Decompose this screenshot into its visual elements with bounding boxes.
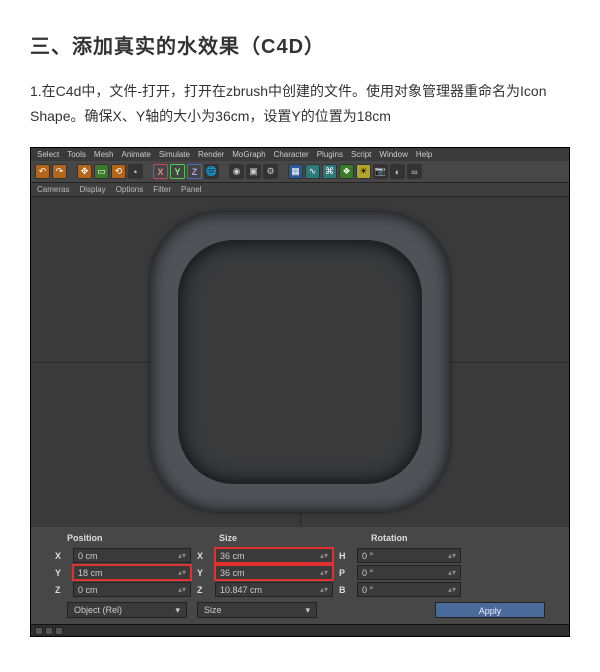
step-paragraph: 1.在C4d中，文件-打开，打开在zbrush中创建的文件。使用对象管理器重命名… bbox=[30, 79, 570, 129]
label-x: X bbox=[55, 551, 67, 561]
pos-x-field[interactable]: 0 cm▴▾ bbox=[73, 548, 191, 563]
environment-icon[interactable]: ☀ bbox=[356, 164, 371, 179]
label-size-x: X bbox=[197, 551, 209, 561]
rot-b-field[interactable]: 0 °▴▾ bbox=[357, 582, 461, 597]
menu-plugins[interactable]: Plugins bbox=[317, 150, 343, 159]
subbar-cameras[interactable]: Cameras bbox=[37, 185, 69, 194]
coordinates-panel: Position Size Rotation X 0 cm▴▾ X 36 cm▴… bbox=[31, 527, 569, 624]
menu-animate[interactable]: Animate bbox=[121, 150, 150, 159]
spinner-icon[interactable]: ▴▾ bbox=[178, 570, 186, 576]
timeline[interactable] bbox=[31, 624, 569, 636]
axis-x-toggle[interactable]: X bbox=[153, 164, 168, 179]
tag-icon[interactable]: ∞ bbox=[407, 164, 422, 179]
chevron-down-icon: ▾ bbox=[175, 605, 180, 616]
section-heading: 三、添加真实的水效果（C4D） bbox=[30, 30, 570, 59]
size-y-field[interactable]: 36 cm▴▾ bbox=[215, 565, 333, 580]
mode-dropdown[interactable]: Object (Rel)▾ bbox=[67, 602, 187, 618]
timeline-play-icon[interactable] bbox=[55, 627, 63, 635]
menu-mesh[interactable]: Mesh bbox=[94, 150, 114, 159]
light-icon[interactable]: ◐ bbox=[390, 164, 405, 179]
label-y: Y bbox=[55, 568, 67, 578]
c4d-screenshot: Select Tools Mesh Animate Simulate Rende… bbox=[30, 147, 570, 637]
primitive-icon[interactable]: ▦ bbox=[288, 164, 303, 179]
undo-button[interactable]: ↶ bbox=[35, 164, 50, 179]
label-rot-p: P bbox=[339, 568, 351, 578]
rot-h-field[interactable]: 0 °▴▾ bbox=[357, 548, 461, 563]
menu-render[interactable]: Render bbox=[198, 150, 224, 159]
icon-shape-object[interactable] bbox=[150, 212, 450, 512]
menu-select[interactable]: Select bbox=[37, 150, 59, 159]
timeline-prev-icon[interactable] bbox=[45, 627, 53, 635]
axis-z-toggle[interactable]: Z bbox=[187, 164, 202, 179]
subbar-filter[interactable]: Filter bbox=[153, 185, 171, 194]
pos-y-field[interactable]: 18 cm▴▾ bbox=[73, 565, 191, 580]
spinner-icon[interactable]: ▴▾ bbox=[448, 587, 456, 593]
rot-p-field[interactable]: 0 °▴▾ bbox=[357, 565, 461, 580]
view-subbar: Cameras Display Options Filter Panel bbox=[31, 183, 569, 197]
menu-window[interactable]: Window bbox=[379, 150, 407, 159]
label-rot-h: H bbox=[339, 551, 351, 561]
axis-y-toggle[interactable]: Y bbox=[170, 164, 185, 179]
menubar: Select Tools Mesh Animate Simulate Rende… bbox=[31, 148, 569, 161]
recent-tool-icon[interactable]: • bbox=[128, 164, 143, 179]
rotate-tool-icon[interactable]: ⟲ bbox=[111, 164, 126, 179]
label-z: Z bbox=[55, 585, 67, 595]
label-rot-b: B bbox=[339, 585, 351, 595]
spinner-icon[interactable]: ▴▾ bbox=[448, 553, 456, 559]
size-z-field[interactable]: 10.847 cm▴▾ bbox=[215, 582, 333, 597]
render-view-icon[interactable]: ◉ bbox=[229, 164, 244, 179]
menu-help[interactable]: Help bbox=[416, 150, 432, 159]
label-size-y: Y bbox=[197, 568, 209, 578]
menu-tools[interactable]: Tools bbox=[67, 150, 86, 159]
generator-icon[interactable]: ⌘ bbox=[322, 164, 337, 179]
menu-script[interactable]: Script bbox=[351, 150, 371, 159]
deformer-icon[interactable]: ❖ bbox=[339, 164, 354, 179]
size-x-field[interactable]: 36 cm▴▾ bbox=[215, 548, 333, 563]
viewport[interactable] bbox=[31, 197, 569, 527]
label-size-z: Z bbox=[197, 585, 209, 595]
size-mode-dropdown[interactable]: Size▾ bbox=[197, 602, 317, 618]
subbar-options[interactable]: Options bbox=[116, 185, 144, 194]
col-rotation: Rotation bbox=[371, 533, 501, 543]
menu-simulate[interactable]: Simulate bbox=[159, 150, 190, 159]
move-tool-icon[interactable]: ✥ bbox=[77, 164, 92, 179]
spinner-icon[interactable]: ▴▾ bbox=[320, 587, 328, 593]
row-y: Y 18 cm▴▾ Y 36 cm▴▾ P 0 °▴▾ bbox=[37, 564, 563, 581]
timeline-start-icon[interactable] bbox=[35, 627, 43, 635]
toolbar: ↶ ↷ ✥ ▭ ⟲ • X Y Z 🌐 ◉ ▣ ⚙ ▦ ∿ ⌘ ❖ ☀ 📷 ◐ … bbox=[31, 161, 569, 183]
spinner-icon[interactable]: ▴▾ bbox=[320, 570, 328, 576]
spline-icon[interactable]: ∿ bbox=[305, 164, 320, 179]
render-region-icon[interactable]: ▣ bbox=[246, 164, 261, 179]
coord-system-icon[interactable]: 🌐 bbox=[204, 164, 219, 179]
chevron-down-icon: ▾ bbox=[305, 605, 310, 616]
apply-button[interactable]: Apply bbox=[435, 602, 545, 618]
spinner-icon[interactable]: ▴▾ bbox=[448, 570, 456, 576]
render-settings-icon[interactable]: ⚙ bbox=[263, 164, 278, 179]
row-z: Z 0 cm▴▾ Z 10.847 cm▴▾ B 0 °▴▾ bbox=[37, 581, 563, 598]
pos-z-field[interactable]: 0 cm▴▾ bbox=[73, 582, 191, 597]
scale-tool-icon[interactable]: ▭ bbox=[94, 164, 109, 179]
camera-icon[interactable]: 📷 bbox=[373, 164, 388, 179]
col-position: Position bbox=[67, 533, 207, 543]
row-x: X 0 cm▴▾ X 36 cm▴▾ H 0 °▴▾ bbox=[37, 547, 563, 564]
menu-character[interactable]: Character bbox=[274, 150, 309, 159]
menu-mograph[interactable]: MoGraph bbox=[232, 150, 265, 159]
spinner-icon[interactable]: ▴▾ bbox=[178, 553, 186, 559]
subbar-panel[interactable]: Panel bbox=[181, 185, 201, 194]
subbar-display[interactable]: Display bbox=[79, 185, 105, 194]
redo-button[interactable]: ↷ bbox=[52, 164, 67, 179]
spinner-icon[interactable]: ▴▾ bbox=[320, 553, 328, 559]
col-size: Size bbox=[219, 533, 359, 543]
spinner-icon[interactable]: ▴▾ bbox=[178, 587, 186, 593]
